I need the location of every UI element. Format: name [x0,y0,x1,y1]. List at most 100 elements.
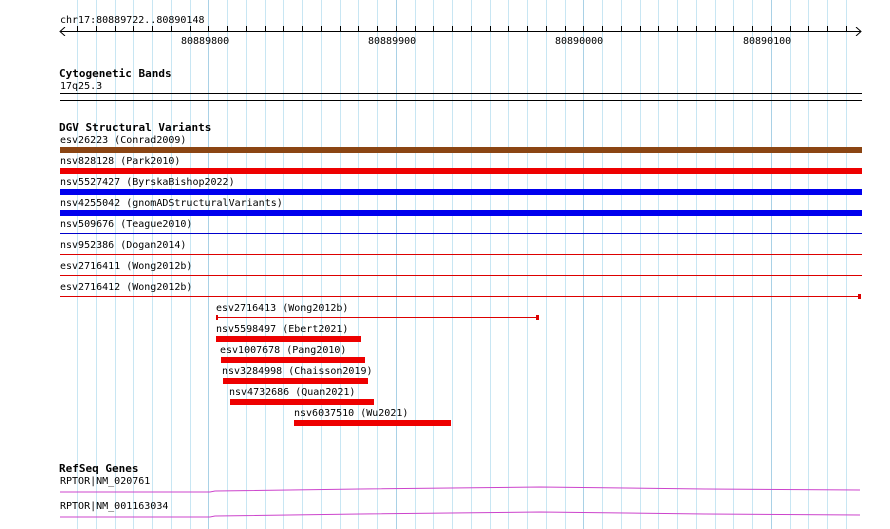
sv-label: nsv3284998 (Chaisson2019) [222,366,373,377]
ruler-tick [490,26,491,31]
ruler-tick [396,26,397,31]
sv-bar[interactable] [60,189,862,195]
sv-bar[interactable] [216,317,539,318]
sv-label: nsv6037510 (Wu2021) [294,408,409,419]
grid-line [452,0,453,529]
grid-line [340,0,341,529]
ruler-tick [508,26,509,31]
grid-line [471,0,472,529]
grid-line [396,0,397,529]
ruler-tick [715,26,716,31]
grid-line [752,0,753,529]
genome-browser-view: chr17:80889722..80890148 80889800 808899… [0,0,890,529]
grid-line [771,0,772,529]
grid-line [696,0,697,529]
ruler-tick [621,26,622,31]
sv-label: esv2716412 (Wong2012b) [60,282,193,293]
ruler-tick [415,26,416,31]
ruler-tick-label: 80889800 [181,36,230,47]
ruler-tick-label: 80890100 [743,36,792,47]
sv-label: esv2716413 (Wong2012b) [216,303,349,314]
sv-bar[interactable] [221,357,365,363]
grid-line [733,0,734,529]
sv-bar[interactable] [60,233,862,234]
ruler-tick [208,26,209,31]
ruler-tick [846,26,847,31]
grid-line [433,0,434,529]
sv-label: nsv952386 (Dogan2014) [60,240,187,251]
ruler-tick [227,26,228,31]
sv-bar[interactable] [216,336,361,342]
sv-label: nsv509676 (Teague2010) [60,219,193,230]
ruler-tick [452,26,453,31]
sv-bar[interactable] [60,254,862,255]
grid-line [565,0,566,529]
sv-bar[interactable] [60,147,862,153]
grid-line [302,0,303,529]
ruler-tick [471,26,472,31]
grid-line [583,0,584,529]
grid-line [490,0,491,529]
ruler-tick [790,26,791,31]
ruler-tick-label: 80890000 [555,36,604,47]
ruler-tick [283,26,284,31]
ruler-range-label: chr17:80889722..80890148 [60,15,205,26]
ruler-left-arrow-icon [59,27,66,36]
ruler-tick [827,26,828,31]
sv-label: esv26223 (Conrad2009) [60,135,187,146]
grid-line [808,0,809,529]
ruler-tick [96,26,97,31]
ruler-tick [565,26,566,31]
grid-line [658,0,659,529]
grid-line [790,0,791,529]
ruler-tick [527,26,528,31]
ruler-tick [640,26,641,31]
sv-label: esv1007678 (Pang2010) [220,345,347,356]
grid-line [827,0,828,529]
sv-label: esv2716411 (Wong2012b) [60,261,193,272]
sv-label: nsv4255042 (gnomADStructuralVariants) [60,198,283,209]
grid-line [415,0,416,529]
dgv-track-title: DGV Structural Variants [59,121,212,134]
grid-line [208,0,209,529]
grid-line [246,0,247,529]
sv-bar[interactable] [60,275,862,276]
sv-end-marker [536,315,539,320]
grid-line [640,0,641,529]
grid-line [377,0,378,529]
ruler-tick [433,26,434,31]
grid-line [527,0,528,529]
grid-line [321,0,322,529]
transcript-structure[interactable] [60,511,862,519]
ruler-tick [133,26,134,31]
grid-line [846,0,847,529]
sv-label: nsv828128 (Park2010) [60,156,181,167]
sv-bar[interactable] [60,296,860,297]
ruler-tick [246,26,247,31]
sv-end-marker [858,294,861,299]
grid-line [358,0,359,529]
ruler-tick [302,26,303,31]
sv-label: nsv5527427 (ByrskaBishop2022) [60,177,235,188]
ruler-tick [602,26,603,31]
ruler-tick [733,26,734,31]
sv-bar[interactable] [60,210,862,216]
ruler-tick [677,26,678,31]
sv-label: nsv5598497 (Ebert2021) [216,324,349,335]
ruler-tick [377,26,378,31]
sv-bar[interactable] [294,420,451,426]
sv-label: nsv4732686 (Quan2021) [229,387,356,398]
sv-bar[interactable] [60,168,862,174]
sv-bar[interactable] [230,399,374,405]
grid-line [283,0,284,529]
refseq-track-title: RefSeq Genes [59,462,139,475]
grid-line [227,0,228,529]
sv-bar[interactable] [223,378,368,384]
ruler-tick [77,26,78,31]
transcript-structure[interactable] [60,486,862,494]
ruler-tick [358,26,359,31]
grid-line [265,0,266,529]
ruler-tick [115,26,116,31]
cytoband-track-title: Cytogenetic Bands [59,67,172,80]
ruler-tick [771,26,772,31]
